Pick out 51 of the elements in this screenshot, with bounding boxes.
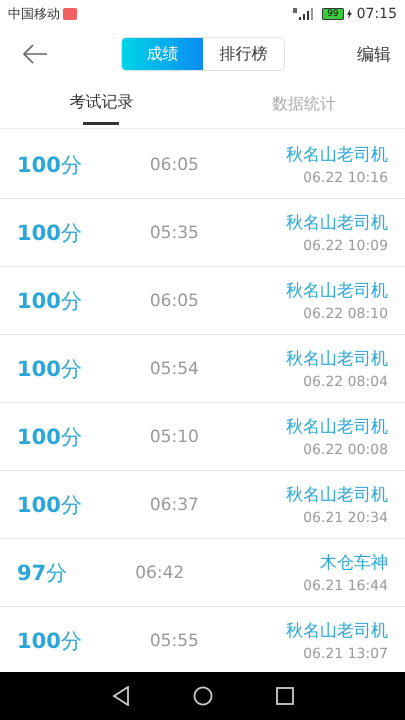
back-arrow-icon[interactable] xyxy=(22,44,48,64)
user-name: 木仓车神 xyxy=(320,552,388,574)
duration: 06:42 xyxy=(135,562,184,582)
user-name: 秋名山老司机 xyxy=(286,212,388,234)
date-time: 06.21 16:44 xyxy=(303,578,388,594)
user-name: 秋名山老司机 xyxy=(286,280,388,302)
date-time: 06.22 08:10 xyxy=(303,306,388,322)
score: 100分 xyxy=(17,356,82,382)
score: 100分 xyxy=(17,492,82,518)
user-name: 秋名山老司机 xyxy=(286,348,388,370)
record-row[interactable]: 97分 06:42 木仓车神 06.21 16:44 xyxy=(0,539,405,607)
record-row[interactable]: 100分 06:37 秋名山老司机 06.21 20:34 xyxy=(0,471,405,539)
score: 100分 xyxy=(17,288,82,314)
tab[interactable]: 数据统计 xyxy=(202,80,405,128)
date-time: 06.22 10:09 xyxy=(303,238,388,254)
clock: 07:15 xyxy=(356,6,397,22)
back-icon[interactable] xyxy=(112,686,130,706)
user-name: 秋名山老司机 xyxy=(286,144,388,166)
recents-icon[interactable] xyxy=(276,687,294,705)
score: 97分 xyxy=(17,560,68,586)
user-name: 秋名山老司机 xyxy=(286,416,388,438)
date-time: 06.22 00:08 xyxy=(303,442,388,458)
date-time: 06.22 10:16 xyxy=(303,170,388,186)
duration: 05:54 xyxy=(150,358,199,378)
user-name: 秋名山老司机 xyxy=(286,484,388,506)
record-row[interactable]: 100分 06:05 秋名山老司机 06.22 10:16 xyxy=(0,131,405,199)
duration: 05:35 xyxy=(150,222,199,242)
charging-icon xyxy=(346,9,352,19)
record-row[interactable]: 100分 05:35 秋名山老司机 06.22 10:09 xyxy=(0,199,405,267)
score: 100分 xyxy=(17,628,82,654)
score: 100分 xyxy=(17,220,82,246)
duration: 06:37 xyxy=(150,494,199,514)
user-name: 秋名山老司机 xyxy=(286,620,388,642)
duration: 06:05 xyxy=(150,290,199,310)
score: 100分 xyxy=(17,152,82,178)
record-row[interactable]: 100分 05:54 秋名山老司机 06.22 08:04 xyxy=(0,335,405,403)
signal-icon xyxy=(293,8,316,20)
record-row[interactable]: 100分 06:05 秋名山老司机 06.22 08:10 xyxy=(0,267,405,335)
edit-button[interactable]: 编辑 xyxy=(357,42,391,66)
duration: 05:55 xyxy=(150,630,199,650)
date-time: 06.21 13:07 xyxy=(303,646,388,662)
home-icon[interactable] xyxy=(192,686,212,706)
date-time: 06.21 20:34 xyxy=(303,510,388,526)
duration: 05:10 xyxy=(150,426,199,446)
duration: 06:05 xyxy=(150,154,199,174)
date-time: 06.22 08:04 xyxy=(303,374,388,390)
battery-indicator: 99 xyxy=(322,8,344,20)
record-row[interactable]: 100分 05:10 秋名山老司机 06.22 00:08 xyxy=(0,403,405,471)
carrier-name: 中国移动 xyxy=(8,6,60,23)
score: 100分 xyxy=(17,424,82,450)
segment-tab[interactable]: 成绩 xyxy=(122,38,203,70)
